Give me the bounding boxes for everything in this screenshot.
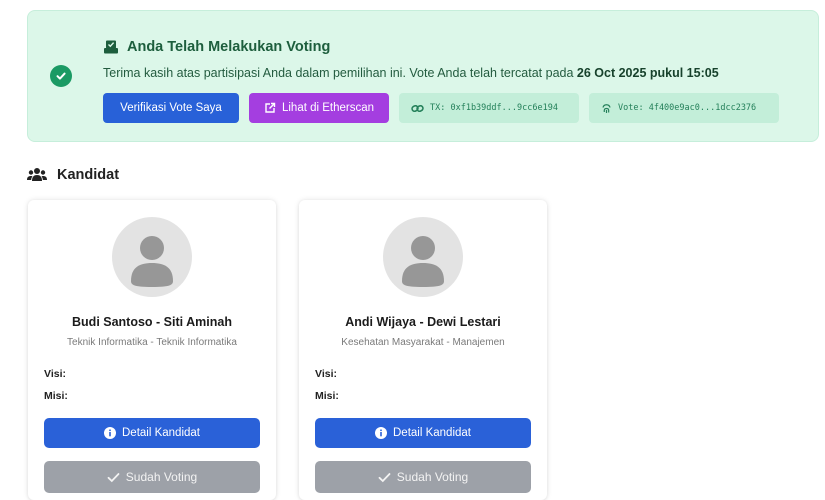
- verify-vote-label: Verifikasi Vote Saya: [120, 102, 222, 114]
- transaction-hash: TX: 0xf1b39ddf...9cc6e194: [430, 103, 558, 113]
- already-voted-button[interactable]: Sudah Voting: [315, 461, 531, 493]
- candidate-major: Teknik Informatika - Teknik Informatika: [67, 337, 237, 348]
- detail-candidate-button[interactable]: Detail Kandidat: [315, 418, 531, 448]
- alert-actions: Verifikasi Vote Saya Lihat di Etherscan …: [103, 93, 779, 123]
- detail-candidate-label: Detail Kandidat: [122, 427, 200, 439]
- detail-candidate-label: Detail Kandidat: [393, 427, 471, 439]
- vote-hash-chip[interactable]: Vote: 4f400e9ac0...1dcc2376: [589, 93, 779, 123]
- vote-success-alert: Anda Telah Melakukan Voting Terima kasih…: [27, 10, 819, 142]
- avatar: [112, 217, 192, 297]
- info-icon: [104, 427, 116, 439]
- candidate-card: Andi Wijaya - Dewi Lestari Kesehatan Mas…: [299, 200, 547, 500]
- alert-message: Terima kasih atas partisipasi Anda dalam…: [103, 66, 719, 80]
- misi-label: Misi:: [44, 390, 68, 402]
- candidate-card: Budi Santoso - Siti Aminah Teknik Inform…: [28, 200, 276, 500]
- external-link-icon: [264, 102, 276, 114]
- alert-message-text: Terima kasih atas partisipasi Anda dalam…: [103, 66, 577, 80]
- candidate-name: Andi Wijaya - Dewi Lestari: [345, 315, 501, 329]
- alert-title-row: Anda Telah Melakukan Voting: [103, 37, 330, 57]
- alert-title: Anda Telah Melakukan Voting: [127, 39, 331, 55]
- check-circle-icon: [50, 65, 72, 87]
- verify-vote-button[interactable]: Verifikasi Vote Saya: [103, 93, 239, 123]
- avatar: [383, 217, 463, 297]
- section-title: Kandidat: [57, 167, 120, 183]
- etherscan-button[interactable]: Lihat di Etherscan: [249, 93, 389, 123]
- detail-candidate-button[interactable]: Detail Kandidat: [44, 418, 260, 448]
- user-placeholder-icon: [131, 236, 173, 287]
- candidate-name: Budi Santoso - Siti Aminah: [72, 315, 232, 329]
- fingerprint-icon: [601, 103, 612, 114]
- visi-label: Visi:: [315, 368, 337, 380]
- already-voted-button[interactable]: Sudah Voting: [44, 461, 260, 493]
- users-icon: [27, 167, 47, 183]
- link-icon: [411, 103, 424, 114]
- transaction-hash-chip[interactable]: TX: 0xf1b39ddf...9cc6e194: [399, 93, 579, 123]
- checkmark-icon: [107, 472, 120, 483]
- info-icon: [375, 427, 387, 439]
- etherscan-label: Lihat di Etherscan: [281, 102, 375, 114]
- user-placeholder-icon: [402, 236, 444, 287]
- misi-label: Misi:: [315, 390, 339, 402]
- vote-hash: Vote: 4f400e9ac0...1dcc2376: [618, 103, 757, 113]
- section-title-row: Kandidat: [27, 165, 119, 185]
- ballot-box-icon: [103, 39, 119, 55]
- checkmark-icon: [378, 472, 391, 483]
- candidate-major: Kesehatan Masyarakat - Manajemen: [341, 337, 505, 348]
- visi-label: Visi:: [44, 368, 66, 380]
- already-voted-label: Sudah Voting: [125, 470, 198, 484]
- already-voted-label: Sudah Voting: [396, 470, 469, 484]
- vote-timestamp: 26 Oct 2025 pukul 15:05: [576, 66, 719, 80]
